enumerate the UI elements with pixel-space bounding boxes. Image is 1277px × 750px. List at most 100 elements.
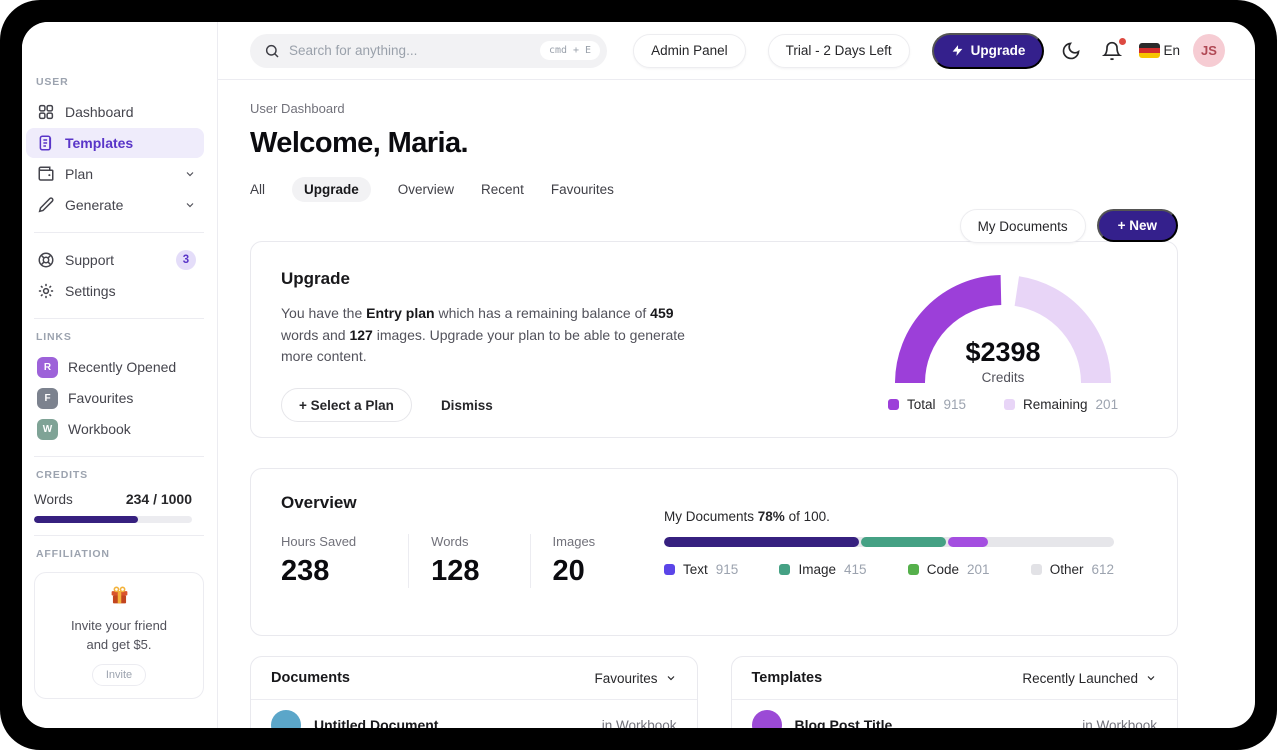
sidebar-item-label: Templates [65, 135, 134, 151]
templates-card-title: Templates [751, 670, 823, 686]
header-actions: My Documents + New [959, 209, 1178, 243]
tab-favourites[interactable]: Favourites [551, 177, 614, 202]
page-title: Welcome, Maria. [250, 127, 469, 159]
device-frame: USER Dashboard Templates Plan Generate S… [0, 0, 1277, 750]
legend-swatch [779, 564, 791, 575]
breadcrumb: User Dashboard [250, 101, 345, 116]
link-initial-badge: R [37, 356, 58, 378]
document-title: Untitled Document [314, 717, 439, 728]
legend-item-total: Total 915 [887, 397, 966, 412]
chevron-down-icon [1147, 676, 1155, 681]
upgrade-card-title: Upgrade [281, 269, 350, 288]
notifications-button[interactable] [1098, 37, 1127, 65]
template-list-item[interactable]: Blog Post Title in Workbook [732, 700, 1178, 728]
sidebar-section-links: LINKS [36, 331, 72, 343]
link-initial-badge: W [37, 418, 58, 440]
upgrade-button[interactable]: Upgrade [931, 32, 1045, 69]
sidebar-item-support[interactable]: Support 3 [26, 245, 204, 275]
legend-swatch [907, 564, 919, 575]
invite-button[interactable]: Invite [91, 663, 147, 686]
documents-card-title: Documents [271, 670, 350, 686]
documents-stacked-bar [664, 537, 1114, 547]
user-avatar[interactable]: JS [1192, 34, 1225, 67]
tab-recent[interactable]: Recent [481, 177, 524, 202]
lifebuoy-icon [38, 252, 54, 268]
search-input[interactable] [289, 43, 531, 58]
gear-icon [38, 283, 54, 299]
documents-card: Documents Favourites Untitled Document i… [250, 656, 698, 728]
sidebar-item-plan[interactable]: Plan [26, 159, 204, 189]
credits-row: Words 234 / 1000 [34, 491, 192, 507]
select-plan-button[interactable]: + Select a Plan [281, 388, 412, 423]
document-location: in Workbook [601, 717, 677, 729]
notification-dot [1119, 37, 1127, 45]
gift-icon [111, 586, 127, 604]
overview-card: Overview Hours Saved 238 Words 128 Image… [250, 468, 1178, 636]
tab-overview[interactable]: Overview [398, 177, 454, 202]
dark-mode-toggle[interactable] [1057, 37, 1085, 65]
gauge-value: $2398 [965, 337, 1041, 367]
template-location: in Workbook [1082, 717, 1157, 729]
search-box[interactable]: cmd + E [250, 33, 608, 68]
lightning-bolt-icon [952, 45, 963, 56]
templates-filter-dropdown[interactable]: Recently Launched [1022, 671, 1157, 686]
bar-segment-other [989, 537, 1114, 547]
stat-images: Images 20 [529, 534, 620, 588]
sidebar-item-label: Support [65, 252, 115, 268]
credits-metric-value: 234 / 1000 [125, 491, 192, 507]
sidebar-divider [34, 232, 204, 233]
tab-all[interactable]: All [250, 177, 265, 202]
sidebar-section-affiliation: AFFILIATION [36, 548, 110, 560]
sidebar-divider [34, 456, 204, 457]
sidebar-item-label: Generate [65, 197, 124, 213]
chevron-down-icon [186, 172, 194, 177]
moon-icon [1063, 41, 1080, 59]
sidebar-link-workbook[interactable]: W Workbook [26, 414, 204, 444]
sidebar-item-dashboard[interactable]: Dashboard [26, 97, 204, 127]
content: User Dashboard Welcome, Maria. My Docume… [218, 101, 1255, 728]
upgrade-card: Upgrade You have the Entry plan which ha… [250, 241, 1178, 438]
sidebar-item-settings[interactable]: Settings [26, 276, 204, 306]
bar-segment-text [664, 537, 860, 547]
templates-doc-icon [39, 135, 52, 151]
new-button[interactable]: + New [1096, 209, 1178, 242]
affiliation-card: Invite your friend and get $5. Invite [34, 572, 204, 699]
sidebar-link-recently-opened[interactable]: R Recently Opened [26, 352, 204, 382]
sidebar-divider [34, 318, 204, 319]
pencil-icon [38, 197, 54, 213]
affiliation-text: Invite your friend and get $5. [70, 618, 168, 652]
gauge-label: Credits [981, 370, 1025, 385]
sidebar-item-label: Settings [65, 283, 116, 299]
credits-metric-label: Words [34, 491, 73, 507]
search-icon [265, 44, 279, 58]
legend-item-code: Code 201 [907, 562, 990, 577]
support-count-badge: 3 [176, 250, 196, 270]
credits-progress-track [34, 516, 192, 523]
language-selector[interactable]: En [1139, 43, 1180, 58]
sidebar-section-credits: CREDITS [36, 469, 88, 481]
legend-swatch [887, 399, 899, 410]
upgrade-card-body: You have the Entry plan which has a rema… [281, 305, 685, 365]
legend-item-other: Other 612 [1030, 562, 1114, 577]
my-documents-button[interactable]: My Documents [959, 209, 1086, 243]
admin-panel-button[interactable]: Admin Panel [633, 33, 746, 68]
topbar: cmd + E Admin Panel Trial - 2 Days Left … [218, 22, 1255, 80]
sidebar-section-user: USER [36, 76, 69, 88]
sidebar-divider [34, 535, 204, 536]
sidebar-item-generate[interactable]: Generate [26, 190, 204, 220]
bar-segment-code [947, 537, 988, 547]
stacked-bar-legend: Text 915 Image 415 Code 201 Other 612 [664, 562, 1114, 577]
sidebar-item-templates[interactable]: Templates [26, 128, 204, 158]
tab-upgrade[interactable]: Upgrade [292, 177, 371, 202]
main-area: cmd + E Admin Panel Trial - 2 Days Left … [218, 22, 1255, 728]
tabs: All Upgrade Overview Recent Favourites [250, 177, 1178, 202]
sidebar: USER Dashboard Templates Plan Generate S… [22, 22, 218, 728]
dismiss-button[interactable]: Dismiss [441, 398, 493, 413]
trial-status-button[interactable]: Trial - 2 Days Left [767, 33, 910, 68]
wallet-icon [38, 166, 54, 181]
templates-card: Templates Recently Launched Blog Post Ti… [730, 656, 1178, 728]
documents-filter-dropdown[interactable]: Favourites [594, 671, 676, 686]
language-label: En [1163, 43, 1180, 58]
document-list-item[interactable]: Untitled Document in Workbook [251, 700, 697, 728]
sidebar-link-favourites[interactable]: F Favourites [26, 383, 204, 413]
